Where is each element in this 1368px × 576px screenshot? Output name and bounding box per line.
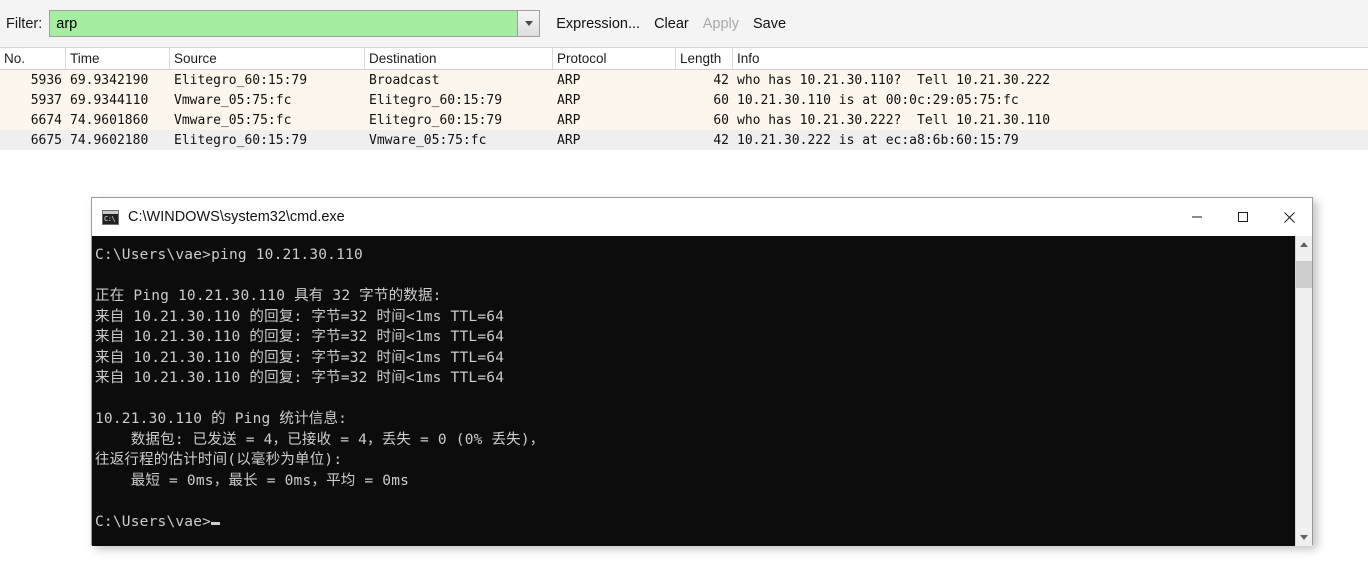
packet-length: 60 bbox=[713, 112, 729, 128]
close-button[interactable] bbox=[1266, 198, 1312, 236]
packet-info: who has 10.21.30.222? Tell 10.21.30.110 bbox=[737, 112, 1051, 128]
packet-destination: Vmware_05:75:fc bbox=[369, 132, 487, 148]
chevron-down-icon bbox=[1300, 535, 1308, 540]
scrollbar-down-button[interactable] bbox=[1296, 529, 1312, 546]
filter-combobox[interactable] bbox=[49, 10, 541, 37]
packet-time: 69.9342190 bbox=[70, 72, 149, 88]
filter-label: Filter: bbox=[6, 15, 43, 32]
scrollbar-track[interactable] bbox=[1296, 253, 1312, 529]
packet-no: 5937 bbox=[30, 92, 62, 108]
packet-time: 69.9344110 bbox=[70, 92, 149, 108]
column-header-info[interactable]: Info bbox=[733, 48, 1368, 69]
packet-row[interactable]: 6674 74.9601860 Vmware_05:75:fc Elitegro… bbox=[0, 110, 1368, 130]
column-header-length[interactable]: Length bbox=[676, 48, 733, 69]
console-text: C:\Users\vae>ping 10.21.30.110 正在 Ping 1… bbox=[95, 247, 545, 530]
packet-info: who has 10.21.30.110? Tell 10.21.30.222 bbox=[737, 72, 1051, 88]
cmd-window[interactable]: C:\WINDOWS\system32\cmd.exe C:\Users\va bbox=[91, 197, 1313, 546]
packet-length: 42 bbox=[713, 72, 729, 88]
cmd-body: C:\Users\vae>ping 10.21.30.110 正在 Ping 1… bbox=[92, 236, 1312, 546]
filter-dropdown-button[interactable] bbox=[517, 11, 540, 36]
maximize-button[interactable] bbox=[1220, 198, 1266, 236]
cmd-window-title: C:\WINDOWS\system32\cmd.exe bbox=[128, 209, 345, 225]
packet-length: 60 bbox=[713, 92, 729, 108]
cmd-console-icon bbox=[102, 209, 119, 225]
packet-protocol: ARP bbox=[557, 112, 581, 128]
packet-list-header: No. Time Source Destination Protocol Len… bbox=[0, 48, 1368, 70]
packet-protocol: ARP bbox=[557, 72, 581, 88]
close-icon bbox=[1283, 211, 1295, 223]
packet-length: 42 bbox=[713, 132, 729, 148]
packet-no: 6674 bbox=[30, 112, 62, 128]
filter-input[interactable] bbox=[50, 11, 518, 36]
packet-time: 74.9602180 bbox=[70, 132, 149, 148]
packet-protocol: ARP bbox=[557, 132, 581, 148]
window-controls bbox=[1174, 198, 1312, 236]
apply-button[interactable]: Apply bbox=[703, 16, 739, 32]
column-header-source[interactable]: Source bbox=[170, 48, 365, 69]
expression-button[interactable]: Expression... bbox=[556, 16, 640, 32]
cmd-console-output[interactable]: C:\Users\vae>ping 10.21.30.110 正在 Ping 1… bbox=[92, 236, 1295, 546]
column-header-time[interactable]: Time bbox=[66, 48, 170, 69]
filter-toolbar: Filter: Expression... Clear Apply Save bbox=[0, 0, 1368, 48]
packet-info: 10.21.30.222 is at ec:a8:6b:60:15:79 bbox=[737, 132, 1019, 148]
scrollbar-up-button[interactable] bbox=[1296, 236, 1312, 253]
packet-time: 74.9601860 bbox=[70, 112, 149, 128]
packet-protocol: ARP bbox=[557, 92, 581, 108]
packet-destination: Broadcast bbox=[369, 72, 440, 88]
column-header-destination[interactable]: Destination bbox=[365, 48, 553, 69]
packet-destination: Elitegro_60:15:79 bbox=[369, 112, 503, 128]
minimize-icon bbox=[1192, 216, 1202, 218]
chevron-up-icon bbox=[1300, 242, 1308, 247]
packet-source: Elitegro_60:15:79 bbox=[174, 72, 308, 88]
clear-button[interactable]: Clear bbox=[654, 16, 689, 32]
packet-destination: Elitegro_60:15:79 bbox=[369, 92, 503, 108]
packet-info: 10.21.30.110 is at 00:0c:29:05:75:fc bbox=[737, 92, 1019, 108]
packet-row[interactable]: 6675 74.9602180 Elitegro_60:15:79 Vmware… bbox=[0, 130, 1368, 150]
chevron-down-icon bbox=[524, 21, 533, 26]
column-header-no[interactable]: No. bbox=[0, 48, 66, 69]
packet-source: Elitegro_60:15:79 bbox=[174, 132, 308, 148]
packet-no: 6675 bbox=[30, 132, 62, 148]
maximize-icon bbox=[1238, 212, 1248, 222]
packet-row[interactable]: 5937 69.9344110 Vmware_05:75:fc Elitegro… bbox=[0, 90, 1368, 110]
cmd-title-bar[interactable]: C:\WINDOWS\system32\cmd.exe bbox=[92, 198, 1312, 236]
packet-list: No. Time Source Destination Protocol Len… bbox=[0, 48, 1368, 150]
minimize-button[interactable] bbox=[1174, 198, 1220, 236]
packet-source: Vmware_05:75:fc bbox=[174, 92, 292, 108]
console-scrollbar[interactable] bbox=[1295, 236, 1312, 546]
console-caret bbox=[211, 521, 221, 525]
column-header-protocol[interactable]: Protocol bbox=[553, 48, 676, 69]
save-button[interactable]: Save bbox=[753, 16, 786, 32]
packet-no: 5936 bbox=[30, 72, 62, 88]
scrollbar-thumb[interactable] bbox=[1296, 261, 1312, 288]
packet-source: Vmware_05:75:fc bbox=[174, 112, 292, 128]
packet-row[interactable]: 5936 69.9342190 Elitegro_60:15:79 Broadc… bbox=[0, 70, 1368, 90]
